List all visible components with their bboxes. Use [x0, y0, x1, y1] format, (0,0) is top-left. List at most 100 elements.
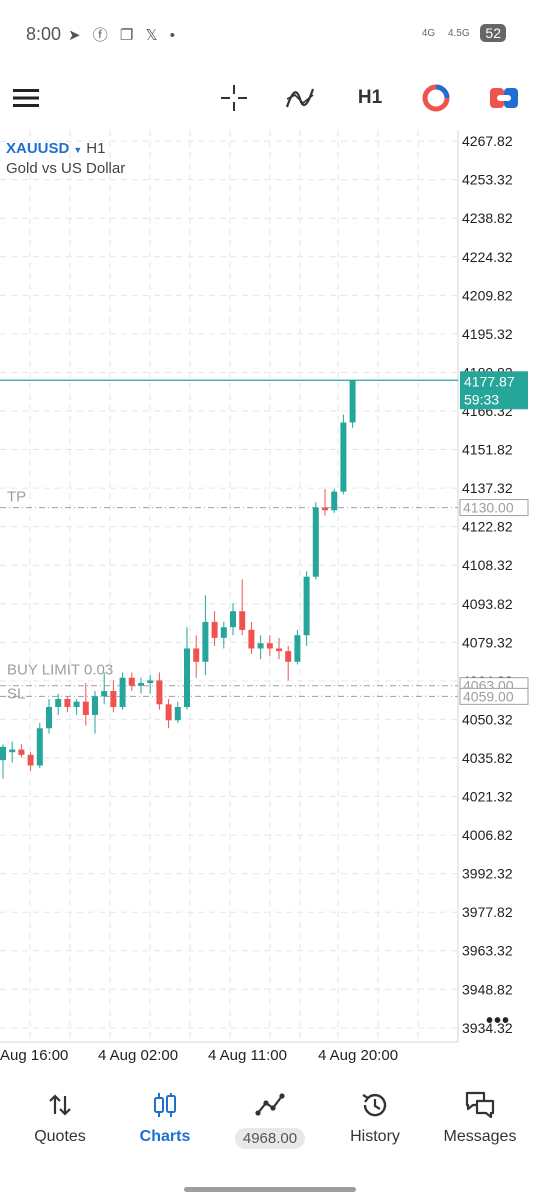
candle-body — [128, 677, 135, 686]
home-indicator — [184, 1187, 356, 1192]
chart-toolbar: H1 — [0, 68, 540, 130]
candle-body — [156, 680, 163, 705]
crosshair-button[interactable] — [212, 76, 256, 120]
candle-body — [312, 507, 319, 577]
status-right: 4G 4.5G 52 — [412, 24, 506, 42]
indicators-button[interactable] — [278, 76, 322, 120]
nav-charts[interactable]: Charts — [115, 1088, 215, 1146]
candle-body — [184, 648, 190, 707]
bottom-navigation: Quotes Charts 4968.00 History Messages — [0, 1080, 540, 1200]
price-tick-label: 4006.82 — [462, 827, 513, 843]
candle-body — [230, 611, 236, 628]
candle-body — [64, 699, 71, 707]
candle — [303, 571, 310, 646]
price-tick-label: 3963.32 — [462, 943, 513, 959]
candle-body — [257, 643, 264, 649]
trade-line-icon — [255, 1093, 285, 1116]
candle-body — [193, 648, 200, 662]
order-level-label: BUY LIMIT 0.03 — [7, 662, 113, 679]
candle — [349, 379, 356, 428]
price-tick-label: 4108.32 — [462, 557, 513, 573]
candle-body — [36, 728, 43, 766]
history-clock-icon — [362, 1093, 387, 1117]
network-4g-label: 4G — [421, 27, 436, 39]
price-tick-label: 4137.32 — [462, 480, 513, 496]
battery-indicator: 52 — [480, 24, 506, 42]
candle-body — [276, 648, 282, 652]
candle-body — [303, 576, 310, 636]
current-price-label: 4177.87 — [464, 373, 515, 389]
time-tick-label: 4 Aug 02:00 — [98, 1047, 178, 1064]
symbol-header[interactable]: XAUUSD ▼ H1 — [6, 140, 105, 157]
nav-messages-label: Messages — [443, 1128, 517, 1145]
trade-balance-badge: 4968.00 — [234, 1128, 306, 1149]
timeframe-button[interactable]: H1 — [348, 76, 392, 120]
more-options-icon[interactable]: ••• — [486, 1010, 510, 1033]
price-tick-label: 4224.32 — [462, 249, 513, 265]
nav-messages[interactable]: Messages — [430, 1088, 530, 1146]
one-click-trading-icon — [422, 84, 450, 112]
new-order-icon — [490, 88, 518, 108]
plot-area — [0, 130, 458, 1042]
nav-quotes-label: Quotes — [34, 1128, 86, 1145]
candle — [36, 722, 43, 769]
order-level-price-label: 4059.00 — [463, 688, 514, 704]
candle-body — [138, 683, 144, 686]
order-level-label: SL — [7, 685, 25, 702]
symbol-description: Gold vs US Dollar — [6, 160, 126, 177]
symbol-name: XAUUSD — [6, 140, 70, 157]
candle-body — [349, 380, 356, 423]
candle-body — [248, 629, 255, 649]
time-tick-label: Aug 16:00 — [0, 1047, 68, 1064]
order-level-price-label: 4130.00 — [463, 500, 514, 516]
candle-body — [82, 701, 89, 715]
timeframe-label: H1 — [357, 87, 383, 108]
price-tick-label: 4093.82 — [462, 596, 513, 612]
nav-history-label: History — [350, 1128, 400, 1145]
menu-button[interactable] — [4, 76, 48, 120]
candle-body — [73, 701, 80, 707]
status-time: 8:00 — [26, 24, 62, 44]
indicators-icon — [285, 88, 315, 108]
price-tick-label: 4209.82 — [462, 287, 513, 303]
candle-body — [266, 643, 273, 649]
notification-icons: ➤ ⓕ ❐ 𝕏 • — [68, 27, 180, 44]
one-click-trading-button[interactable] — [414, 76, 458, 120]
candle-body — [55, 699, 62, 707]
new-order-button[interactable] — [482, 76, 526, 120]
order-level-label: TP — [7, 489, 26, 506]
candle-body — [220, 627, 227, 638]
price-tick-label: 4122.82 — [462, 519, 513, 535]
price-chart[interactable]: 4267.82 4253.32 4238.82 4224.32 4209.82 4195.… — [0, 130, 540, 1070]
candle — [340, 414, 347, 495]
candle-body — [331, 491, 338, 511]
price-tick-label: 3977.82 — [462, 904, 513, 920]
candle-body — [46, 706, 52, 729]
symbol-timeframe: H1 — [86, 140, 106, 157]
price-tick-label: 3992.32 — [462, 866, 513, 882]
network-45g-label: 4.5G — [447, 27, 470, 39]
candle — [312, 502, 319, 580]
price-tick-label: 4050.32 — [462, 711, 513, 727]
candle-body — [202, 621, 209, 662]
nav-charts-label: Charts — [139, 1128, 191, 1145]
candle-body — [18, 749, 25, 755]
candle — [119, 672, 126, 710]
candle-body — [0, 746, 6, 761]
candle-body — [101, 691, 108, 697]
candle-body — [294, 635, 301, 662]
candle-body — [9, 749, 16, 753]
price-tick-label: 4195.32 — [462, 326, 513, 342]
quotes-arrows-icon — [49, 1094, 71, 1116]
candle-countdown-label: 59:33 — [464, 391, 499, 407]
candle-body — [147, 680, 154, 684]
nav-trade[interactable]: 4968.00 — [220, 1088, 320, 1149]
candle-body — [165, 704, 172, 721]
charts-candles-icon — [154, 1093, 176, 1117]
nav-quotes[interactable]: Quotes — [10, 1088, 110, 1146]
price-tick-label: 4151.82 — [462, 442, 513, 458]
candle-body — [239, 611, 246, 630]
hamburger-icon — [13, 89, 39, 107]
nav-history[interactable]: History — [325, 1088, 425, 1146]
price-tick-label: 4267.82 — [462, 133, 513, 149]
